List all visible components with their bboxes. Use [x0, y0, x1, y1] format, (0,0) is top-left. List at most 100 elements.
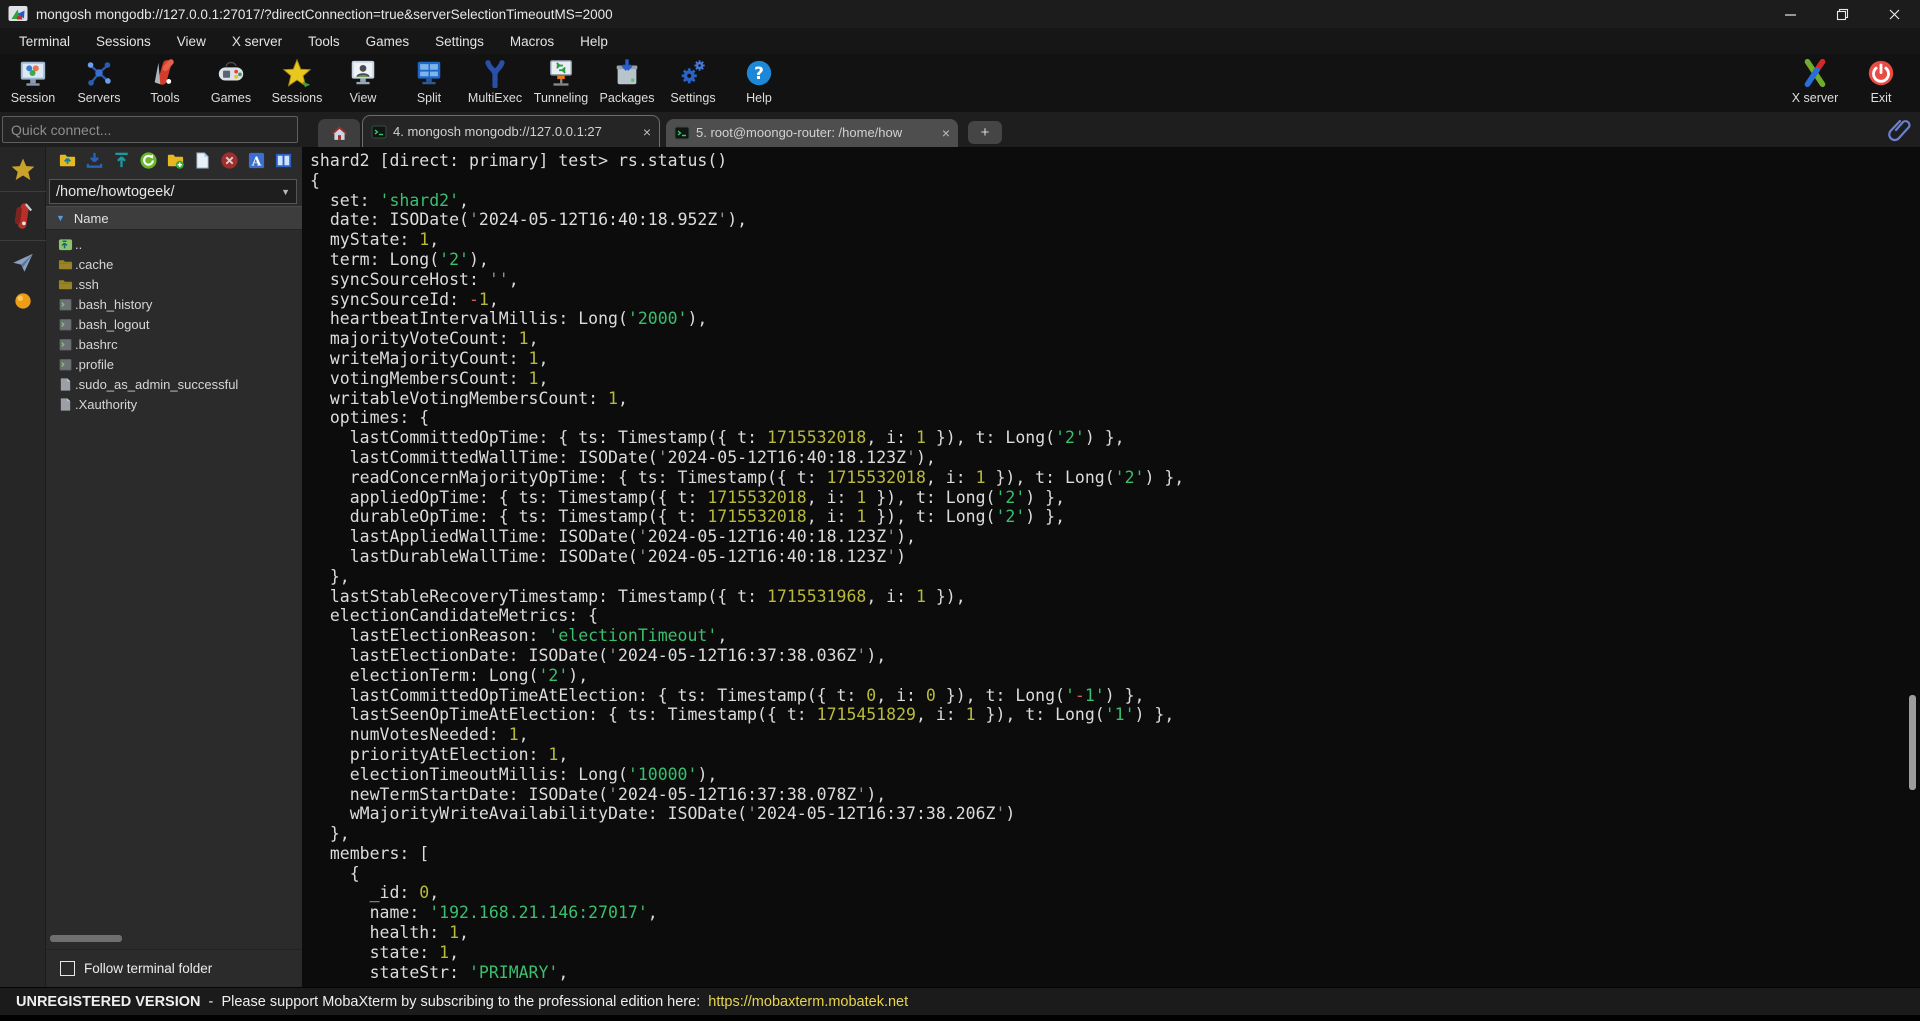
view-icon — [348, 58, 378, 88]
new-folder-button[interactable] — [162, 151, 189, 175]
paperclip-icon[interactable] — [1888, 117, 1912, 143]
settings-icon — [678, 58, 708, 88]
sessions-button[interactable]: Sessions — [264, 54, 330, 110]
x-server-button[interactable]: X server — [1782, 54, 1848, 110]
help-button[interactable]: ?Help — [726, 54, 792, 110]
toolbar-button-label: Tools — [150, 91, 179, 105]
file-row[interactable]: .ssh — [58, 274, 302, 294]
terminal-line: writeMajorityCount: 1, — [310, 349, 1920, 369]
view-button[interactable]: View — [330, 54, 396, 110]
menu-view[interactable]: View — [164, 31, 219, 52]
file-row[interactable]: .Xauthority — [58, 394, 302, 414]
terminal[interactable]: shard2 [direct: primary] test> rs.status… — [302, 147, 1920, 987]
packages-icon — [612, 58, 642, 88]
new-tab-button[interactable]: + — [968, 121, 1002, 144]
packages-button[interactable]: Packages — [594, 54, 660, 110]
name-column-header[interactable]: ▼ Name — [46, 206, 302, 230]
new-file-button[interactable] — [189, 151, 216, 175]
help-icon: ? — [744, 58, 774, 88]
path-select[interactable]: /home/howtogeek/ ▼ — [49, 179, 297, 204]
splitview-icon — [274, 151, 293, 175]
settings-button[interactable]: Settings — [660, 54, 726, 110]
folder-icon — [58, 257, 73, 272]
tab-close-icon[interactable]: × — [942, 126, 950, 140]
star-button[interactable] — [0, 147, 46, 191]
font-button[interactable]: A — [243, 151, 270, 175]
terminal-line: syncSourceId: -1, — [310, 290, 1920, 310]
terminal-line: majorityVoteCount: 1, — [310, 329, 1920, 349]
delete-button[interactable] — [216, 151, 243, 175]
sessions-star-icon — [282, 58, 312, 88]
terminal-tab-1[interactable]: 4. mongosh mongodb://127.0.0.1:27× — [362, 115, 660, 147]
quick-connect-input[interactable] — [2, 116, 298, 143]
terminal-tab-icon — [674, 125, 690, 141]
folder-up-button[interactable] — [54, 151, 81, 175]
games-button[interactable]: Games — [198, 54, 264, 110]
exit-button[interactable]: Exit — [1848, 54, 1914, 110]
folder-icon — [58, 277, 73, 292]
current-path: /home/howtogeek/ — [56, 184, 281, 200]
split-icon — [414, 58, 444, 88]
toolbar-button-label: Settings — [670, 91, 715, 105]
knife-button[interactable] — [0, 192, 46, 240]
terminal-line: myState: 1, — [310, 230, 1920, 250]
terminal-scrollbar[interactable] — [1909, 695, 1916, 790]
session-icon — [18, 58, 48, 88]
plain-file-icon — [58, 397, 73, 412]
horizontal-scrollbar[interactable] — [50, 935, 296, 943]
tunneling-button[interactable]: Tunneling — [528, 54, 594, 110]
multiexec-button[interactable]: MultiExec — [462, 54, 528, 110]
knife-icon — [12, 201, 34, 231]
terminal-line: writableVotingMembersCount: 1, — [310, 389, 1920, 409]
bottom-strip — [0, 1015, 1920, 1021]
terminal-line: term: Long('2'), — [310, 250, 1920, 270]
upload-button[interactable] — [108, 151, 135, 175]
refresh-button[interactable] — [135, 151, 162, 175]
file-row[interactable]: .bash_history — [58, 294, 302, 314]
download-button[interactable] — [81, 151, 108, 175]
servers-button[interactable]: Servers — [66, 54, 132, 110]
follow-terminal-folder-label[interactable]: Follow terminal folder — [84, 961, 212, 976]
terminal-line: electionCandidateMetrics: { — [310, 606, 1920, 626]
menu-help[interactable]: Help — [567, 31, 621, 52]
mobatek-link[interactable]: https://mobaxterm.mobatek.net — [708, 994, 908, 1010]
orange-ball-button[interactable] — [0, 283, 46, 319]
follow-terminal-folder-row: Follow terminal folder — [46, 949, 302, 987]
file-row[interactable]: .bash_logout — [58, 314, 302, 334]
terminal-line: electionTerm: Long('2'), — [310, 666, 1920, 686]
updir-icon — [58, 237, 73, 252]
menu-tools[interactable]: Tools — [295, 31, 353, 52]
file-row[interactable]: .bashrc — [58, 334, 302, 354]
file-name: .sudo_as_admin_successful — [75, 377, 238, 392]
terminal-line: wMajorityWriteAvailabilityDate: ISODate(… — [310, 804, 1920, 824]
menu-games[interactable]: Games — [353, 31, 423, 52]
terminal-line: lastStableRecoveryTimestamp: Timestamp({… — [310, 587, 1920, 607]
tools-button[interactable]: Tools — [132, 54, 198, 110]
splitview-button[interactable] — [270, 151, 297, 175]
terminal-line: name: '192.168.21.146:27017', — [310, 903, 1920, 923]
file-row[interactable]: .cache — [58, 254, 302, 274]
menu-terminal[interactable]: Terminal — [6, 31, 83, 52]
split-button[interactable]: Split — [396, 54, 462, 110]
terminal-line: durableOpTime: { ts: Timestamp({ t: 1715… — [310, 507, 1920, 527]
session-button[interactable]: Session — [0, 54, 66, 110]
tab-close-icon[interactable]: × — [643, 125, 651, 139]
terminal-line: lastCommittedOpTimeAtElection: { ts: Tim… — [310, 686, 1920, 706]
follow-terminal-folder-checkbox[interactable] — [60, 961, 75, 976]
file-row[interactable]: .profile — [58, 354, 302, 374]
menu-x-server[interactable]: X server — [219, 31, 295, 52]
home-tab[interactable] — [318, 119, 360, 147]
restore-button[interactable] — [1816, 0, 1868, 28]
file-row[interactable]: .sudo_as_admin_successful — [58, 374, 302, 394]
menu-settings[interactable]: Settings — [422, 31, 497, 52]
menu-macros[interactable]: Macros — [497, 31, 567, 52]
terminal-tab-2[interactable]: 5. root@moongo-router: /home/how× — [666, 119, 958, 147]
terminal-line: lastElectionDate: ISODate('2024-05-12T16… — [310, 646, 1920, 666]
minimize-button[interactable] — [1764, 0, 1816, 28]
file-row[interactable]: .. — [58, 234, 302, 254]
menu-sessions[interactable]: Sessions — [83, 31, 164, 52]
paper-plane-button[interactable] — [0, 241, 46, 283]
toolbar-button-label: Split — [417, 91, 441, 105]
close-button[interactable] — [1868, 0, 1920, 28]
file-name: .Xauthority — [75, 397, 137, 412]
